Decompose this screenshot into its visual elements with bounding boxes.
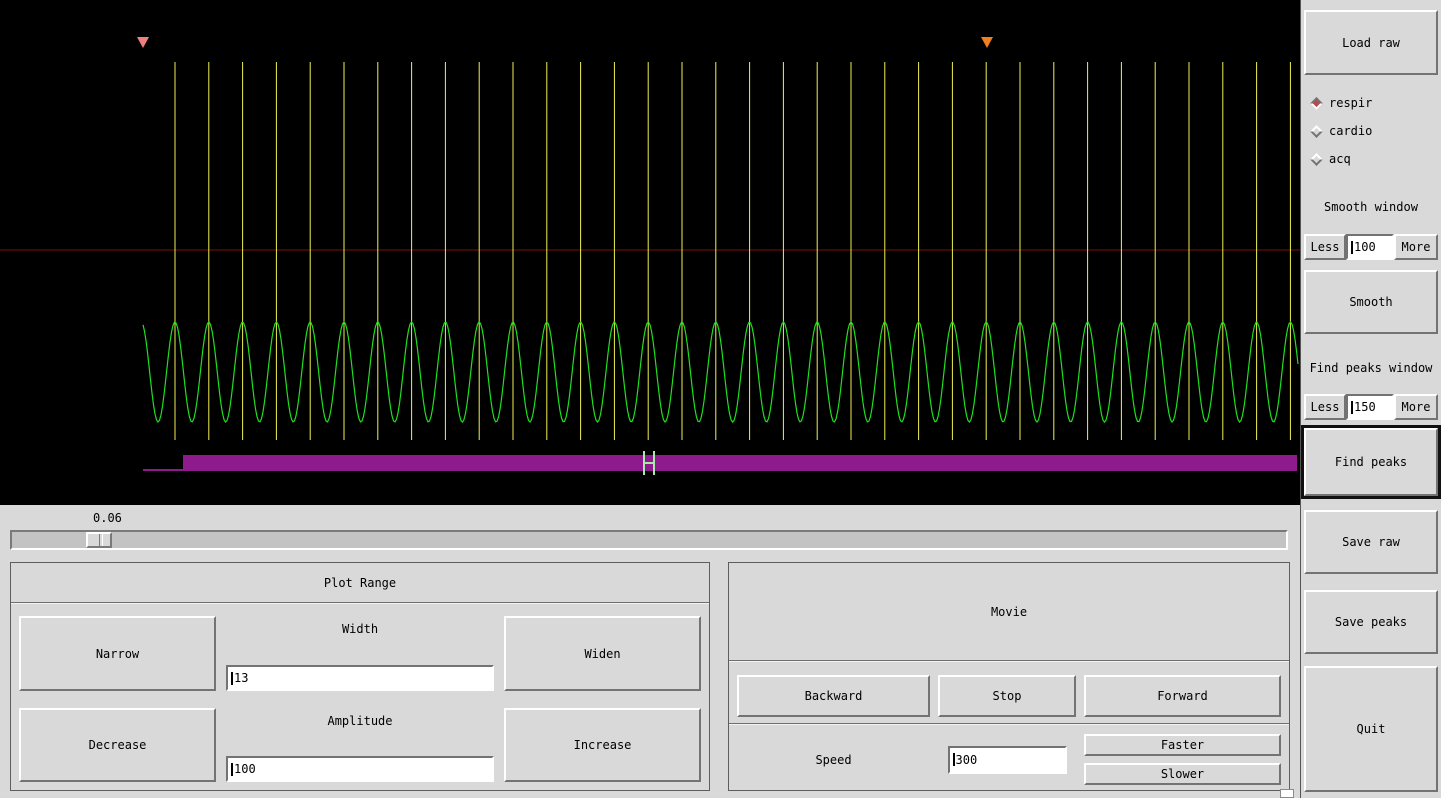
amplitude-label: Amplitude xyxy=(327,714,393,728)
radio-acq[interactable]: acq xyxy=(1310,145,1438,173)
width-cell: Width 13 xyxy=(226,616,494,691)
radio-respir[interactable]: respir xyxy=(1310,89,1438,117)
text-cursor xyxy=(231,671,233,685)
radio-cardio-label: cardio xyxy=(1329,124,1373,138)
save-peaks-button[interactable]: Save peaks xyxy=(1304,590,1438,654)
left-column: 0.06 Plot Range Narrow Width 13 Widen De… xyxy=(0,0,1300,798)
signal-plot[interactable] xyxy=(0,0,1300,505)
signal-plot-canvas xyxy=(0,37,1300,475)
radio-indicator-icon xyxy=(1310,96,1323,110)
radio-cardio[interactable]: cardio xyxy=(1310,117,1438,145)
save-raw-button[interactable]: Save raw xyxy=(1304,510,1438,574)
widen-button[interactable]: Widen xyxy=(504,616,701,691)
plot-range-title: Plot Range xyxy=(323,575,397,590)
movie-panel: Movie Backward Stop Forward Speed 300 Fa… xyxy=(728,562,1290,791)
movie-title: Movie xyxy=(990,604,1028,619)
smooth-less-button[interactable]: Less xyxy=(1304,234,1346,260)
end-marker-icon xyxy=(981,37,993,48)
amplitude-row: Decrease Amplitude 100 Increase xyxy=(11,708,709,782)
forward-button[interactable]: Forward xyxy=(1084,675,1281,717)
plot-range-panel: Plot Range Narrow Width 13 Widen Decreas… xyxy=(10,562,710,791)
peak-lines xyxy=(174,62,1291,440)
signal-radio-group: respir cardio acq xyxy=(1304,89,1438,173)
speed-buttons: Faster Slower xyxy=(1084,734,1281,785)
resize-grip[interactable] xyxy=(1280,789,1294,798)
peaks-more-button[interactable]: More xyxy=(1394,394,1438,420)
backward-button[interactable]: Backward xyxy=(737,675,930,717)
time-scrollbar-trough[interactable] xyxy=(10,530,1288,550)
app-window: 0.06 Plot Range Narrow Width 13 Widen De… xyxy=(0,0,1441,798)
radio-respir-label: respir xyxy=(1329,96,1373,110)
increase-button[interactable]: Increase xyxy=(504,708,701,782)
slower-button[interactable]: Slower xyxy=(1084,763,1281,785)
selection-bar xyxy=(183,455,1297,471)
faster-button[interactable]: Faster xyxy=(1084,734,1281,756)
speed-row: Speed 300 Faster Slower xyxy=(729,734,1289,785)
text-cursor xyxy=(1351,400,1353,414)
smooth-window-row: Less 100 More xyxy=(1304,234,1438,260)
width-row: Narrow Width 13 Widen xyxy=(11,616,709,691)
stop-button[interactable]: Stop xyxy=(938,675,1076,717)
width-label: Width xyxy=(341,622,379,636)
speed-label: Speed xyxy=(815,752,852,767)
signal-wave xyxy=(142,321,1299,423)
find-peaks-window-entry[interactable]: 150 xyxy=(1346,394,1394,420)
radio-indicator-icon xyxy=(1310,124,1323,138)
scale-value-label: 0.06 xyxy=(93,511,122,525)
separator xyxy=(11,602,709,604)
movie-buttons-row: Backward Stop Forward xyxy=(729,675,1289,717)
text-cursor xyxy=(231,762,233,776)
start-marker-icon xyxy=(137,37,149,48)
amplitude-cell: Amplitude 100 xyxy=(226,708,494,782)
speed-entry-value: 300 xyxy=(955,752,978,767)
find-peaks-window-row: Less 150 More xyxy=(1304,394,1438,420)
radio-indicator-icon xyxy=(1310,152,1323,166)
smooth-window-label: Smooth window xyxy=(1324,200,1418,214)
width-entry-value: 13 xyxy=(234,671,249,685)
speed-entry-cell: 300 xyxy=(938,734,1076,785)
amplitude-entry[interactable]: 100 xyxy=(226,756,494,782)
find-peaks-window-value: 150 xyxy=(1354,400,1376,414)
smooth-window-entry[interactable]: 100 xyxy=(1346,234,1394,260)
separator xyxy=(729,723,1289,725)
smooth-window-value: 100 xyxy=(1354,240,1376,254)
smooth-more-button[interactable]: More xyxy=(1394,234,1438,260)
quit-button[interactable]: Quit xyxy=(1304,666,1438,792)
text-cursor xyxy=(1351,240,1353,254)
load-raw-button[interactable]: Load raw xyxy=(1304,10,1438,75)
separator xyxy=(729,660,1289,662)
decrease-button[interactable]: Decrease xyxy=(19,708,216,782)
control-area: 0.06 Plot Range Narrow Width 13 Widen De… xyxy=(0,505,1300,798)
peaks-less-button[interactable]: Less xyxy=(1304,394,1346,420)
radio-acq-label: acq xyxy=(1329,152,1351,166)
speed-entry[interactable]: 300 xyxy=(947,745,1067,774)
time-scrollbar-handle[interactable] xyxy=(86,532,112,548)
sidebar: Load raw respir cardio acq Smooth window… xyxy=(1300,0,1441,798)
find-peaks-window-label: Find peaks window xyxy=(1309,361,1433,375)
narrow-button[interactable]: Narrow xyxy=(19,616,216,691)
width-entry[interactable]: 13 xyxy=(226,665,494,691)
smooth-button[interactable]: Smooth xyxy=(1304,270,1438,334)
position-cursor xyxy=(643,451,655,475)
find-peaks-button[interactable]: Find peaks xyxy=(1301,425,1441,499)
amplitude-entry-value: 100 xyxy=(234,762,256,776)
text-cursor xyxy=(952,753,955,766)
